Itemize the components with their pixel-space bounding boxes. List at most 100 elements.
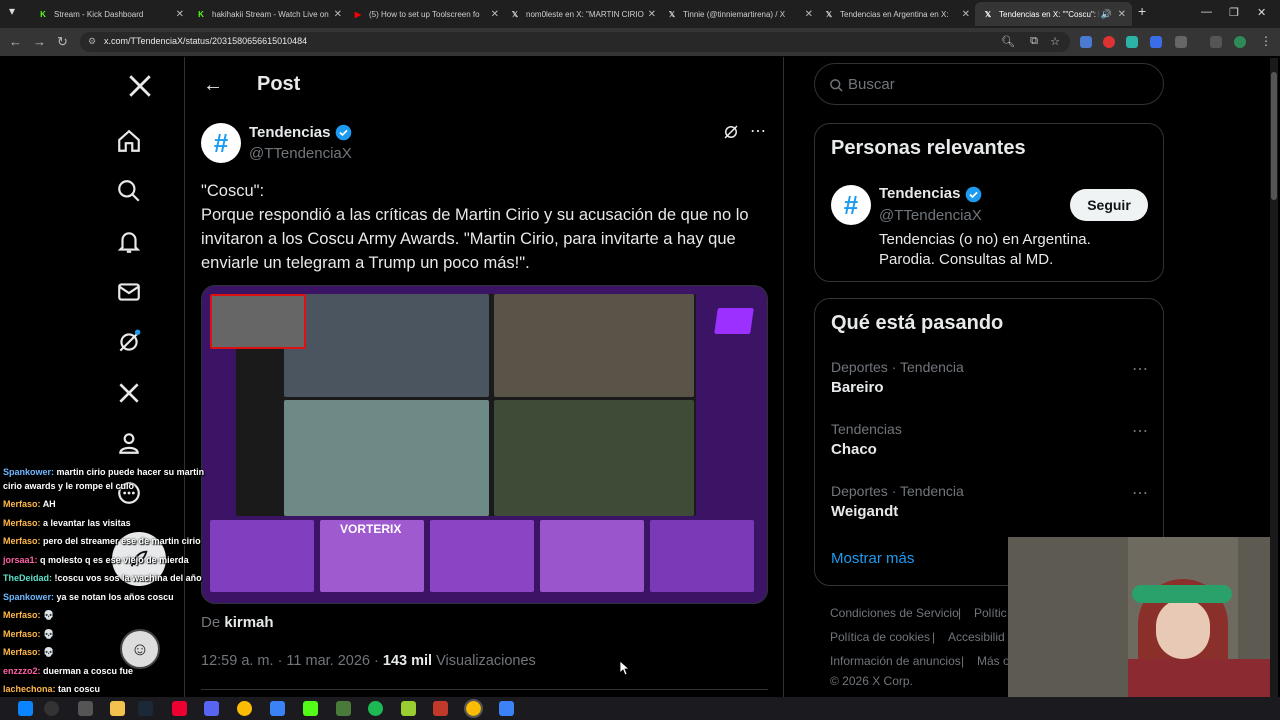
account-avatar[interactable]: ☺ [120, 629, 160, 669]
webcam-person-shirt [1128, 659, 1270, 697]
kick-icon[interactable] [303, 701, 318, 716]
extension-icon[interactable] [1126, 36, 1138, 48]
spotify-icon[interactable] [368, 701, 383, 716]
x-logo-icon[interactable] [127, 73, 153, 99]
grok-icon[interactable] [116, 329, 142, 355]
trend-item[interactable]: Tendencias Chaco ⋯ [831, 421, 1149, 458]
minimize-icon[interactable]: — [1201, 6, 1212, 18]
back-icon[interactable]: ← [9, 34, 22, 49]
more-options-icon[interactable]: ⋯ [1132, 359, 1149, 379]
author-avatar[interactable]: # [201, 123, 241, 163]
site-info-icon[interactable]: ⚙ [88, 36, 96, 47]
browser-tab-1[interactable]: K Stream - Kick Dashboard ✕ [30, 2, 190, 26]
browser-tab-5[interactable]: 𝕏 Tinnie (@tinniemartirena) / X ✕ [659, 2, 819, 26]
app-icon[interactable] [270, 701, 285, 716]
streamer-webcam-overlay [1008, 537, 1270, 697]
voicemod-icon[interactable] [433, 701, 448, 716]
chrome-icon[interactable] [464, 699, 483, 718]
notifications-icon[interactable] [116, 229, 142, 255]
address-bar[interactable]: ⚙ x.com/TTendenciaX/status/2031580656615… [80, 32, 1070, 52]
task-view-icon[interactable] [78, 701, 93, 716]
video-tile [494, 294, 694, 397]
file-explorer-icon[interactable] [110, 701, 125, 716]
close-icon[interactable]: ✕ [805, 9, 813, 20]
close-icon[interactable]: ✕ [176, 9, 184, 20]
close-icon[interactable]: ✕ [1118, 9, 1126, 20]
more-options-icon[interactable]: ⋯ [1132, 421, 1149, 441]
more-options-icon[interactable]: ⋯ [750, 121, 766, 141]
privacy-link[interactable]: Polític [974, 606, 1007, 620]
extension-icon[interactable] [1103, 36, 1115, 48]
terms-link[interactable]: Condiciones de Servicio [830, 606, 959, 620]
close-icon[interactable]: ✕ [962, 9, 970, 20]
minecraft-icon[interactable] [336, 701, 351, 716]
chat-message: Merfaso: 💀 [3, 647, 54, 658]
show-more-link[interactable]: Mostrar más [831, 550, 914, 567]
chat-text: 💀 [43, 647, 55, 657]
restore-icon[interactable]: ❐ [1229, 6, 1239, 19]
browser-tab-3[interactable]: ▶ (5) How to set up Toolscreen fo ✕ [345, 2, 505, 26]
trend-item[interactable]: Deportes · Tendencia Bareiro ⋯ [831, 359, 1149, 396]
extensions-puzzle-icon[interactable] [1175, 36, 1187, 48]
close-window-icon[interactable]: ✕ [1257, 6, 1266, 19]
panel-tile [650, 520, 754, 592]
discord-icon[interactable] [204, 701, 219, 716]
ads-info-link[interactable]: Información de anuncios [830, 654, 961, 668]
close-icon[interactable]: ✕ [334, 9, 342, 20]
forward-icon[interactable]: → [33, 34, 46, 49]
trend-item[interactable]: Deportes · Tendencia Weigandt ⋯ [831, 483, 1149, 520]
grok-explain-icon[interactable] [722, 123, 740, 141]
audio-icon[interactable]: 🔊 [1101, 9, 1112, 20]
post-column: ← Post # Tendencias @TTendenciaX ⋯ "Cosc… [184, 57, 784, 697]
follow-button[interactable]: Seguir [1070, 189, 1148, 221]
zoom-icon[interactable]: 🔍︎ [1001, 35, 1015, 48]
browser-tab-2[interactable]: K hakihakii Stream - Watch Live on ✕ [188, 2, 348, 26]
search-box[interactable]: Buscar [814, 63, 1164, 105]
more-link[interactable]: Más o [977, 654, 1010, 668]
new-tab-button[interactable]: + [1138, 3, 1146, 19]
reload-icon[interactable]: ↻ [57, 34, 68, 50]
profile-icon[interactable] [116, 430, 142, 456]
page-scrollbar[interactable] [1270, 58, 1278, 697]
scrollbar-thumb[interactable] [1271, 72, 1277, 200]
chrome-icon[interactable] [237, 701, 252, 716]
browser-tab-7-active[interactable]: 𝕏 Tendencias en X: ""Coscu": P 🔊 ✕ [975, 2, 1132, 26]
search-icon[interactable] [44, 701, 59, 716]
menu-kebab-icon[interactable]: ⋮ [1260, 34, 1272, 48]
from-user-link[interactable]: kirmah [224, 614, 273, 631]
post-text-line: "Coscu": [201, 182, 265, 200]
accessibility-link[interactable]: Accesibilid [948, 630, 1005, 644]
steam-icon[interactable] [138, 701, 153, 716]
profile-avatar-icon[interactable] [1234, 36, 1246, 48]
extension-icon[interactable] [1080, 36, 1092, 48]
author-name[interactable]: Tendencias [249, 124, 330, 141]
premium-x-icon[interactable] [116, 380, 142, 406]
relevant-handle[interactable]: @TTendenciaX [879, 207, 982, 224]
post-timestamp[interactable]: 12:59 a. m. · 11 mar. 2026 · [201, 653, 379, 669]
tab-label: Tendencias en Argentina en X: [840, 9, 949, 19]
back-arrow-icon[interactable]: ← [203, 74, 223, 97]
extension-icon[interactable] [1150, 36, 1162, 48]
obs-icon[interactable] [172, 701, 187, 716]
trend-name: Bareiro [831, 379, 884, 396]
start-icon[interactable] [18, 701, 33, 716]
relevant-name[interactable]: Tendencias [879, 185, 960, 202]
close-icon[interactable]: ✕ [648, 9, 656, 20]
messages-icon[interactable] [116, 279, 142, 305]
browser-tab-6[interactable]: 𝕏 Tendencias en Argentina en X: ✕ [816, 2, 976, 26]
relevant-avatar[interactable]: # [831, 185, 871, 225]
post-video-media[interactable]: VORTERIX [201, 285, 768, 604]
author-handle[interactable]: @TTendenciaX [249, 145, 352, 162]
more-options-icon[interactable]: ⋯ [1132, 483, 1149, 503]
tab-search-icon[interactable]: ▾ [9, 4, 15, 18]
cookies-link[interactable]: Política de cookies [830, 630, 930, 644]
app-icon[interactable] [401, 701, 416, 716]
search-icon[interactable] [116, 178, 142, 204]
reading-list-icon[interactable] [1210, 36, 1222, 48]
app-icon[interactable] [499, 701, 514, 716]
bookmark-star-icon[interactable]: ☆ [1050, 35, 1060, 48]
home-icon[interactable] [116, 128, 142, 154]
browser-tab-4[interactable]: 𝕏 nom0leste en X: "MARTIN CIRIO ✕ [502, 2, 662, 26]
close-icon[interactable]: ✕ [491, 9, 499, 20]
cast-icon[interactable]: ⧉ [1030, 35, 1038, 48]
